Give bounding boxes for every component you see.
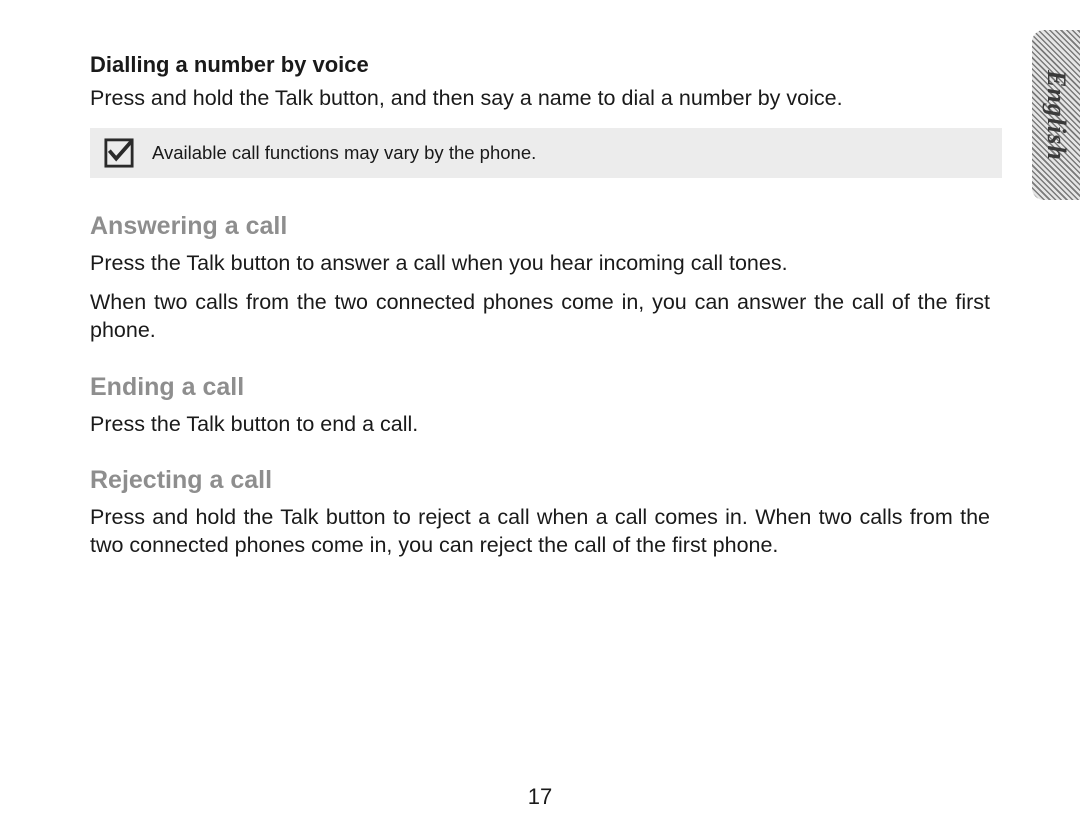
heading-ending: Ending a call [90, 373, 990, 402]
body-answering-1: Press the Talk button to answer a call w… [90, 249, 990, 277]
body-answering-2: When two calls from the two connected ph… [90, 288, 990, 345]
body-rejecting: Press and hold the Talk button to reject… [90, 503, 990, 560]
body-dialling: Press and hold the Talk button, and then… [90, 84, 990, 112]
page-number: 17 [0, 784, 1080, 810]
note-text: Available call functions may vary by the… [152, 142, 536, 164]
language-tab: English [1032, 30, 1080, 200]
manual-page: English Dialling a number by voice Press… [0, 0, 1080, 840]
note-box: Available call functions may vary by the… [90, 128, 1002, 178]
language-tab-label: English [1041, 70, 1071, 161]
checkmark-icon [104, 138, 134, 168]
heading-answering: Answering a call [90, 212, 990, 241]
heading-dialling: Dialling a number by voice [90, 52, 990, 78]
section-ending: Ending a call Press the Talk button to e… [90, 373, 990, 438]
section-answering: Answering a call Press the Talk button t… [90, 212, 990, 344]
body-ending: Press the Talk button to end a call. [90, 410, 990, 438]
section-dialling: Dialling a number by voice Press and hol… [90, 52, 990, 112]
section-rejecting: Rejecting a call Press and hold the Talk… [90, 466, 990, 560]
heading-rejecting: Rejecting a call [90, 466, 990, 495]
